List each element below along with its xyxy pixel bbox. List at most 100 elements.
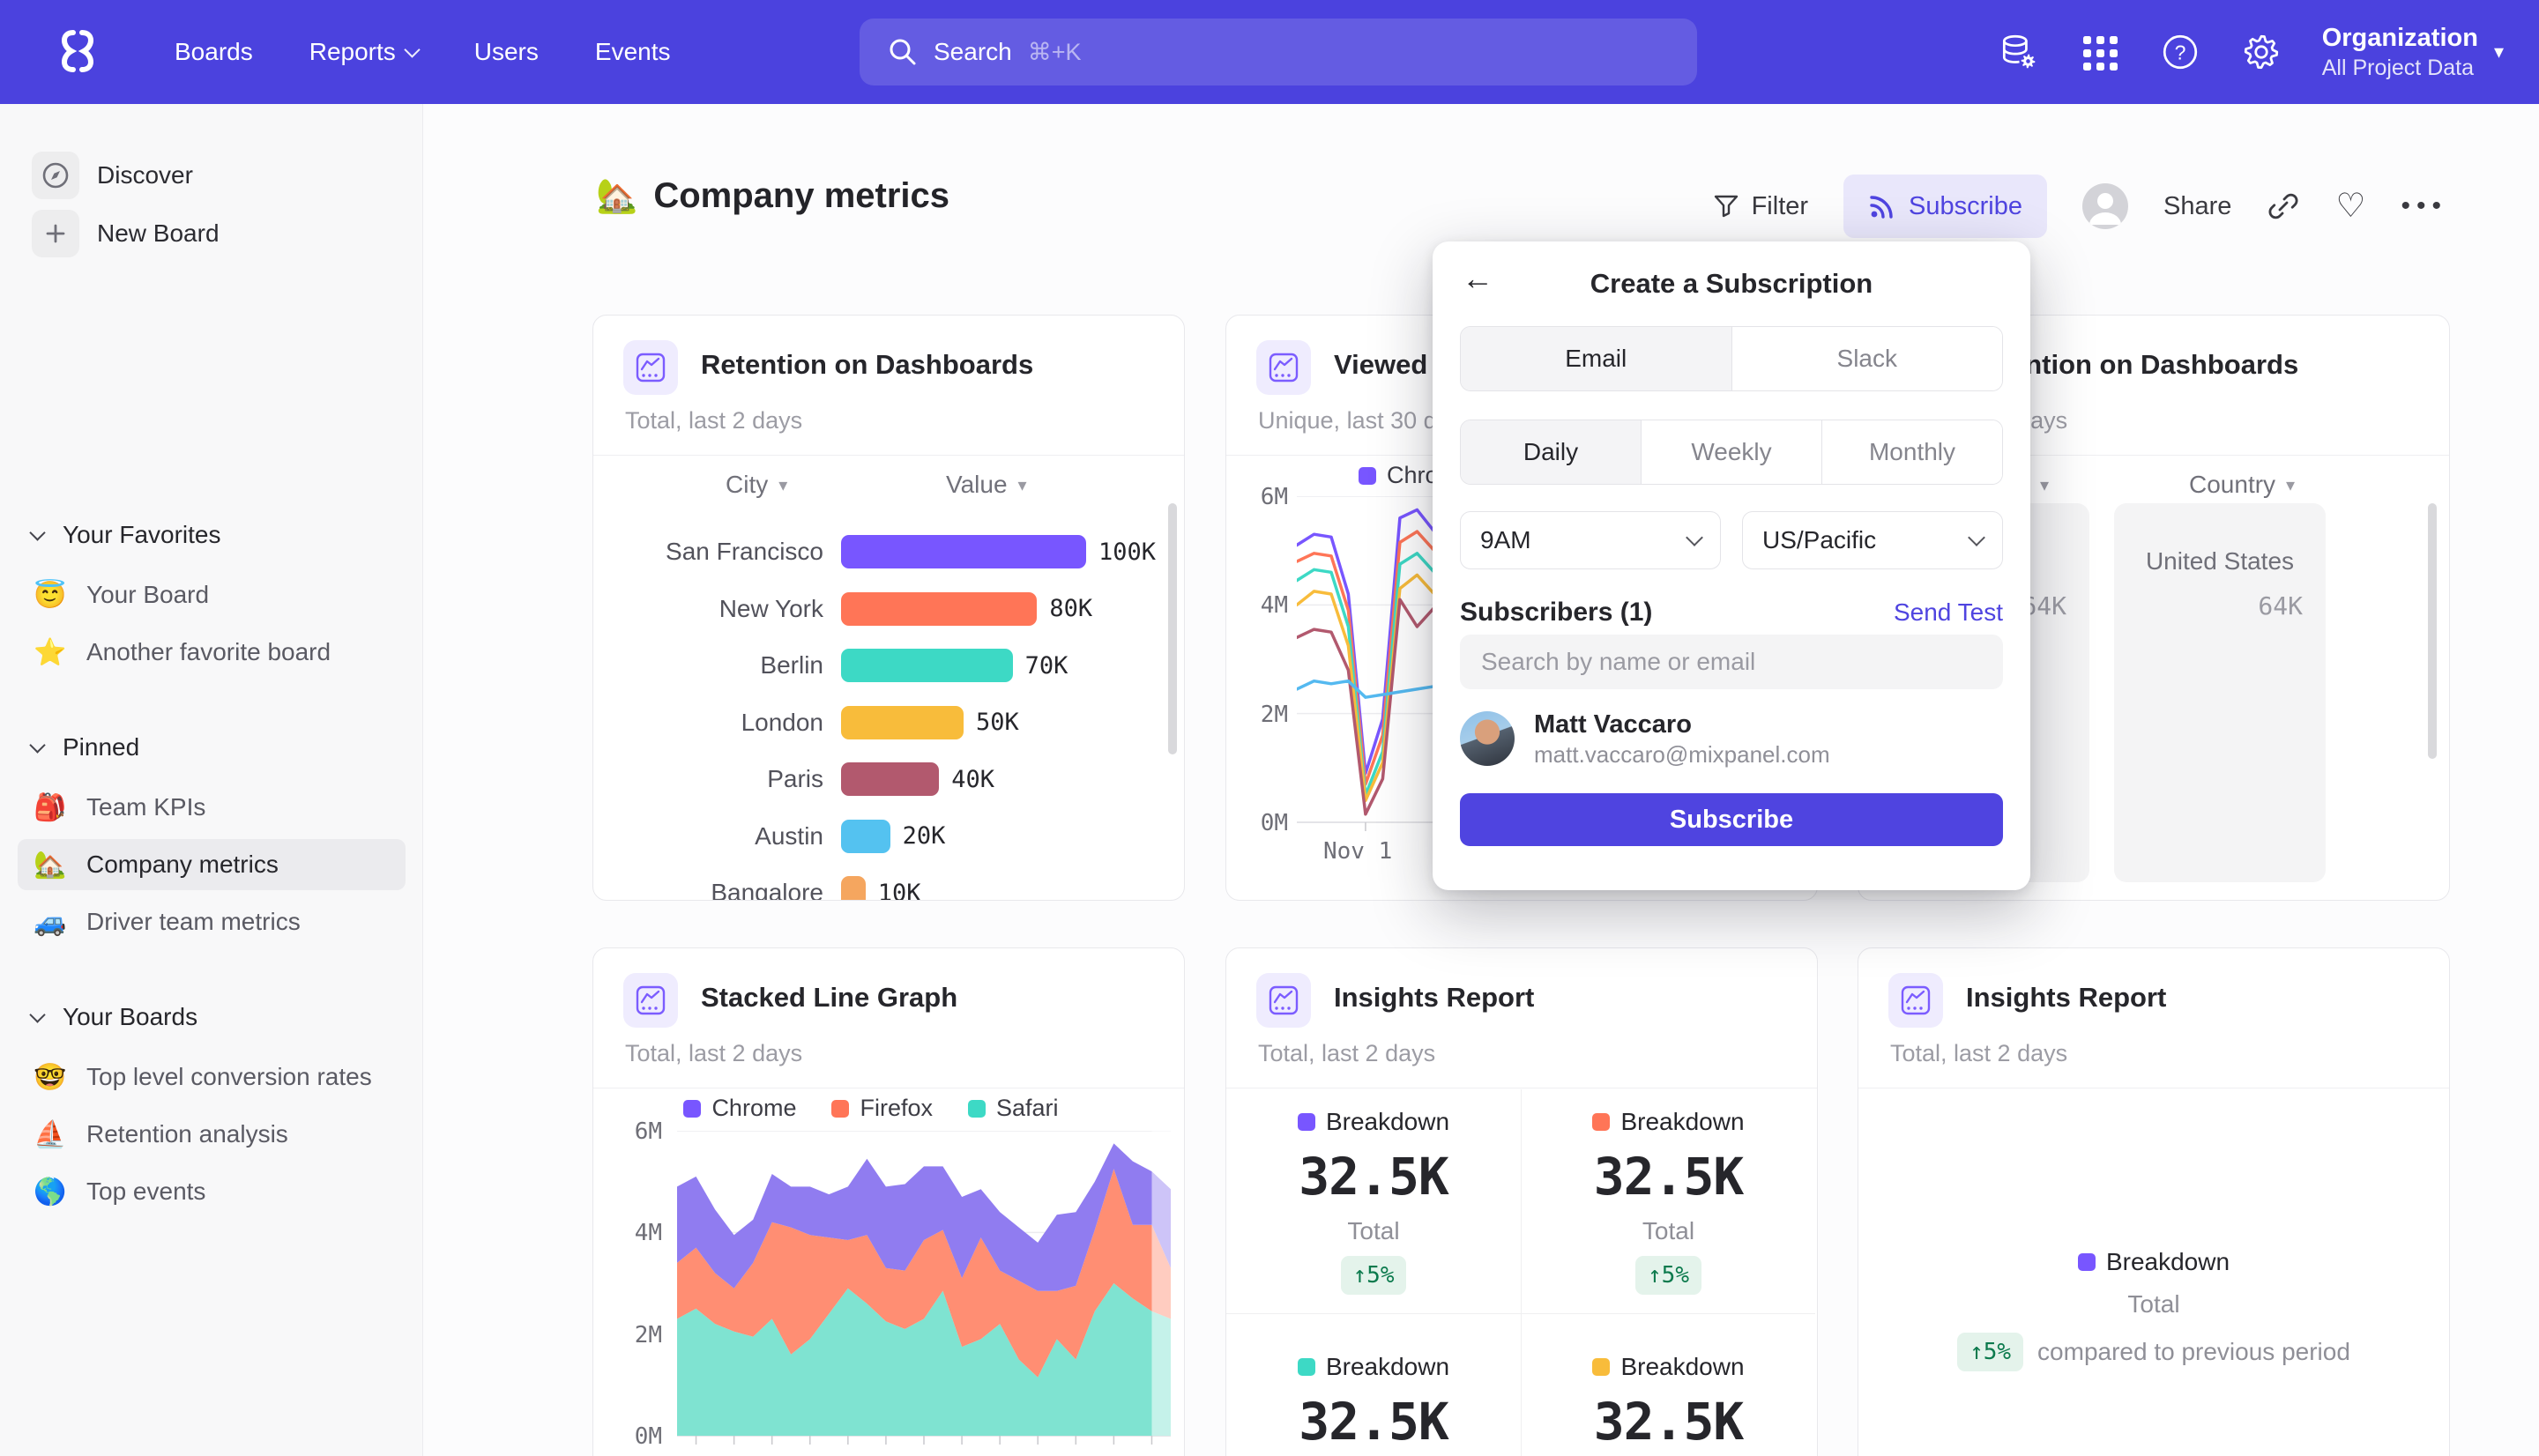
sidebar-section-your-boards[interactable]: Your Boards: [32, 995, 402, 1039]
subscribers-label: Subscribers (1): [1460, 598, 1652, 628]
send-test-link[interactable]: Send Test: [1894, 598, 2003, 627]
card-insights-report-single: Insights Report Total, last 2 days Break…: [1858, 947, 2450, 1456]
metric: Breakdown32.5KTotal↑5%: [1226, 1313, 1521, 1456]
search-placeholder: Search: [934, 38, 1012, 66]
filter-button[interactable]: Filter: [1713, 192, 1808, 221]
y-axis-label: 0M: [1233, 810, 1288, 836]
sidebar-section-pinned[interactable]: Pinned: [32, 725, 402, 769]
settings-gear-icon[interactable]: [2241, 32, 2282, 72]
report-chart-icon: [1888, 973, 1943, 1028]
sidebar-item-retention-analysis[interactable]: ⛵Retention analysis: [18, 1109, 406, 1160]
section-label: Your Favorites: [63, 521, 221, 549]
column-country[interactable]: Country▾: [2189, 471, 2295, 499]
bar-berlin: [841, 649, 1013, 682]
sidebar-item-company-metrics[interactable]: 🏡Company metrics: [18, 839, 406, 890]
search-input[interactable]: Search ⌘+K: [860, 19, 1697, 85]
bar-category-label: Paris: [602, 765, 841, 793]
mixpanel-logo-icon[interactable]: [49, 24, 106, 80]
page-title: 🏡 Company metrics: [596, 176, 949, 216]
create-subscription-modal: ← Create a Subscription EmailSlack Daily…: [1433, 241, 2030, 890]
report-chart-icon: [623, 973, 678, 1028]
bar-category-label: London: [602, 709, 841, 737]
card-subtitle: Total, last 2 days: [1258, 1040, 1435, 1067]
sidebar-item-label: New Board: [97, 219, 220, 248]
legend-item-chrome[interactable]: Chrome: [683, 1095, 796, 1122]
metric-value: 32.5K: [1594, 1392, 1744, 1452]
sidebar-item-label: Driver team metrics: [86, 908, 301, 936]
subscriber-row: Matt Vaccaro matt.vaccaro@mixpanel.com: [1460, 710, 2003, 767]
metric: Breakdown32.5KTotal↑5%: [1521, 1313, 1815, 1456]
more-options-icon[interactable]: •••: [2401, 191, 2447, 221]
card-stacked-line-graph: Stacked Line Graph Total, last 2 days Ch…: [592, 947, 1185, 1456]
legend-item-firefox[interactable]: Firefox: [831, 1095, 933, 1122]
card-subtitle: Total, last 2 days: [1890, 1040, 2067, 1067]
share-button[interactable]: Share: [2163, 192, 2231, 221]
sidebar-item-another-favorite-board[interactable]: ⭐Another favorite board: [18, 627, 406, 678]
card-scrollbar[interactable]: [2428, 503, 2437, 759]
caret-down-icon: ▾: [2286, 474, 2295, 496]
card-subtitle: Total, last 2 days: [625, 1040, 802, 1067]
person-icon: [2082, 183, 2128, 229]
metric: Breakdown Total ↑5% compared to previous…: [1858, 1248, 2449, 1371]
sidebar-item-top-events[interactable]: 🌎Top events: [18, 1166, 406, 1217]
sidebar-item-top-level-conversion-rates[interactable]: 🤓Top level conversion rates: [18, 1051, 406, 1103]
sidebar-item-your-board[interactable]: 😇Your Board: [18, 569, 406, 620]
modal-subscribe-button[interactable]: Subscribe: [1460, 793, 2003, 846]
caret-down-icon: ▾: [1018, 474, 1027, 496]
timezone-select[interactable]: US/Pacific: [1742, 511, 2003, 569]
tab-daily[interactable]: Daily: [1461, 420, 1641, 484]
back-arrow-icon[interactable]: ←: [1462, 263, 1493, 294]
avatar[interactable]: [2082, 183, 2128, 229]
column-city[interactable]: City▾: [726, 471, 787, 499]
sidebar-section-your-favorites[interactable]: Your Favorites: [32, 513, 402, 557]
series-swatch: [1359, 467, 1376, 485]
tab-monthly[interactable]: Monthly: [1821, 420, 2002, 484]
metric-label: Breakdown: [1620, 1353, 1744, 1381]
series-swatch: [1592, 1113, 1610, 1131]
board-emoji: 🌎: [32, 1177, 69, 1207]
bar-category-label: Bangalore: [602, 879, 841, 901]
board-emoji: 🎒: [32, 792, 69, 823]
sidebar-item-new-board[interactable]: New Board: [18, 208, 406, 259]
tab-email[interactable]: Email: [1461, 327, 1731, 390]
y-axis-label: 2M: [607, 1322, 662, 1348]
data-management-icon[interactable]: [1998, 32, 2038, 72]
mixpanel-dashboard: Boards Reports Users Events Search ⌘+K: [0, 0, 2539, 1456]
legend-item-safari[interactable]: Safari: [968, 1095, 1059, 1122]
sidebar-item-label: Another favorite board: [86, 638, 331, 666]
time-select[interactable]: 9AM: [1460, 511, 1721, 569]
subscriber-search-input[interactable]: [1460, 635, 2003, 689]
report-chart-icon: [623, 340, 678, 395]
card-title: Stacked Line Graph: [701, 982, 957, 1014]
column-value[interactable]: Value▾: [946, 471, 1027, 499]
apps-grid-icon[interactable]: [2079, 32, 2119, 72]
copy-link-icon[interactable]: [2267, 189, 2300, 223]
sidebar-item-discover[interactable]: Discover: [18, 150, 406, 201]
chevron-down-icon: [404, 41, 420, 57]
tab-weekly[interactable]: Weekly: [1641, 420, 1821, 484]
search-shortcut: ⌘+K: [1028, 39, 1082, 66]
x-axis-label: Nov 1: [1323, 838, 1392, 865]
metric-value: 32.5K: [1594, 1147, 1744, 1207]
nav-item-boards[interactable]: Boards: [175, 38, 253, 66]
nav-item-events[interactable]: Events: [595, 38, 671, 66]
bar-value: 40K: [951, 766, 994, 793]
subscribe-button[interactable]: Subscribe: [1843, 175, 2047, 238]
modal-title: Create a Subscription: [1590, 268, 1873, 300]
tab-slack[interactable]: Slack: [1731, 327, 2003, 390]
y-axis-label: 6M: [1233, 484, 1288, 510]
sidebar-item-team-kpis[interactable]: 🎒 Team KPIs: [18, 782, 406, 833]
bar-san-francisco: [841, 535, 1086, 568]
card-scrollbar[interactable]: [1168, 503, 1177, 754]
help-icon[interactable]: ?: [2160, 32, 2200, 72]
nav-item-reports[interactable]: Reports: [309, 38, 418, 66]
series-swatch: [1592, 1358, 1610, 1376]
nav-item-users[interactable]: Users: [474, 38, 539, 66]
org-switcher[interactable]: Organization All Project Data ▾: [2322, 22, 2504, 82]
favorite-heart-icon[interactable]: ♡: [2335, 189, 2365, 223]
sidebar-item-label: Team KPIs: [86, 793, 205, 821]
bar-austin: [841, 820, 890, 853]
sidebar-item-driver-team-metrics[interactable]: 🚙 Driver team metrics: [18, 896, 406, 947]
board-emoji: 🚙: [32, 907, 69, 938]
chevron-down-icon: ▾: [2494, 41, 2504, 63]
